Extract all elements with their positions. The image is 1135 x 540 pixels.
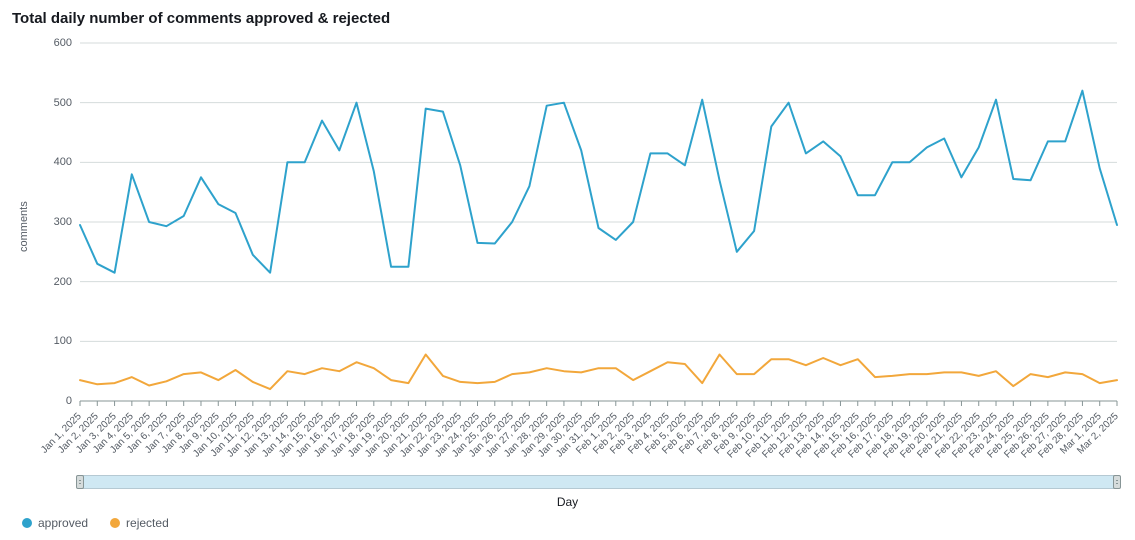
y-tick-label: 400 (32, 156, 72, 168)
chart-plot-area: 0100200300400500600Jan 1, 2025Jan 2, 202… (12, 31, 1123, 540)
range-slider-handle-right[interactable] (1113, 475, 1121, 489)
legend-dot-rejected (110, 518, 120, 528)
chart-title: Total daily number of comments approved … (12, 10, 1123, 27)
range-slider-handle-left[interactable] (76, 475, 84, 489)
series-rejected[interactable] (80, 355, 1117, 390)
range-slider-track[interactable] (80, 475, 1117, 489)
chart-svg (12, 31, 1123, 411)
legend-label-approved: approved (38, 516, 88, 530)
y-tick-label: 600 (32, 37, 72, 49)
legend-item-rejected[interactable]: rejected (110, 516, 169, 530)
legend-label-rejected: rejected (126, 516, 169, 530)
y-tick-label: 200 (32, 276, 72, 288)
chart-legend: approved rejected (22, 516, 169, 530)
y-tick-label: 300 (32, 216, 72, 228)
legend-item-approved[interactable]: approved (22, 516, 88, 530)
chart-container: Total daily number of comments approved … (0, 0, 1135, 540)
x-axis-label: Day (12, 495, 1123, 509)
y-tick-label: 100 (32, 335, 72, 347)
y-axis-label: comments (18, 201, 30, 252)
legend-dot-approved (22, 518, 32, 528)
y-tick-label: 0 (32, 395, 72, 407)
series-approved[interactable] (80, 91, 1117, 273)
y-tick-label: 500 (32, 97, 72, 109)
